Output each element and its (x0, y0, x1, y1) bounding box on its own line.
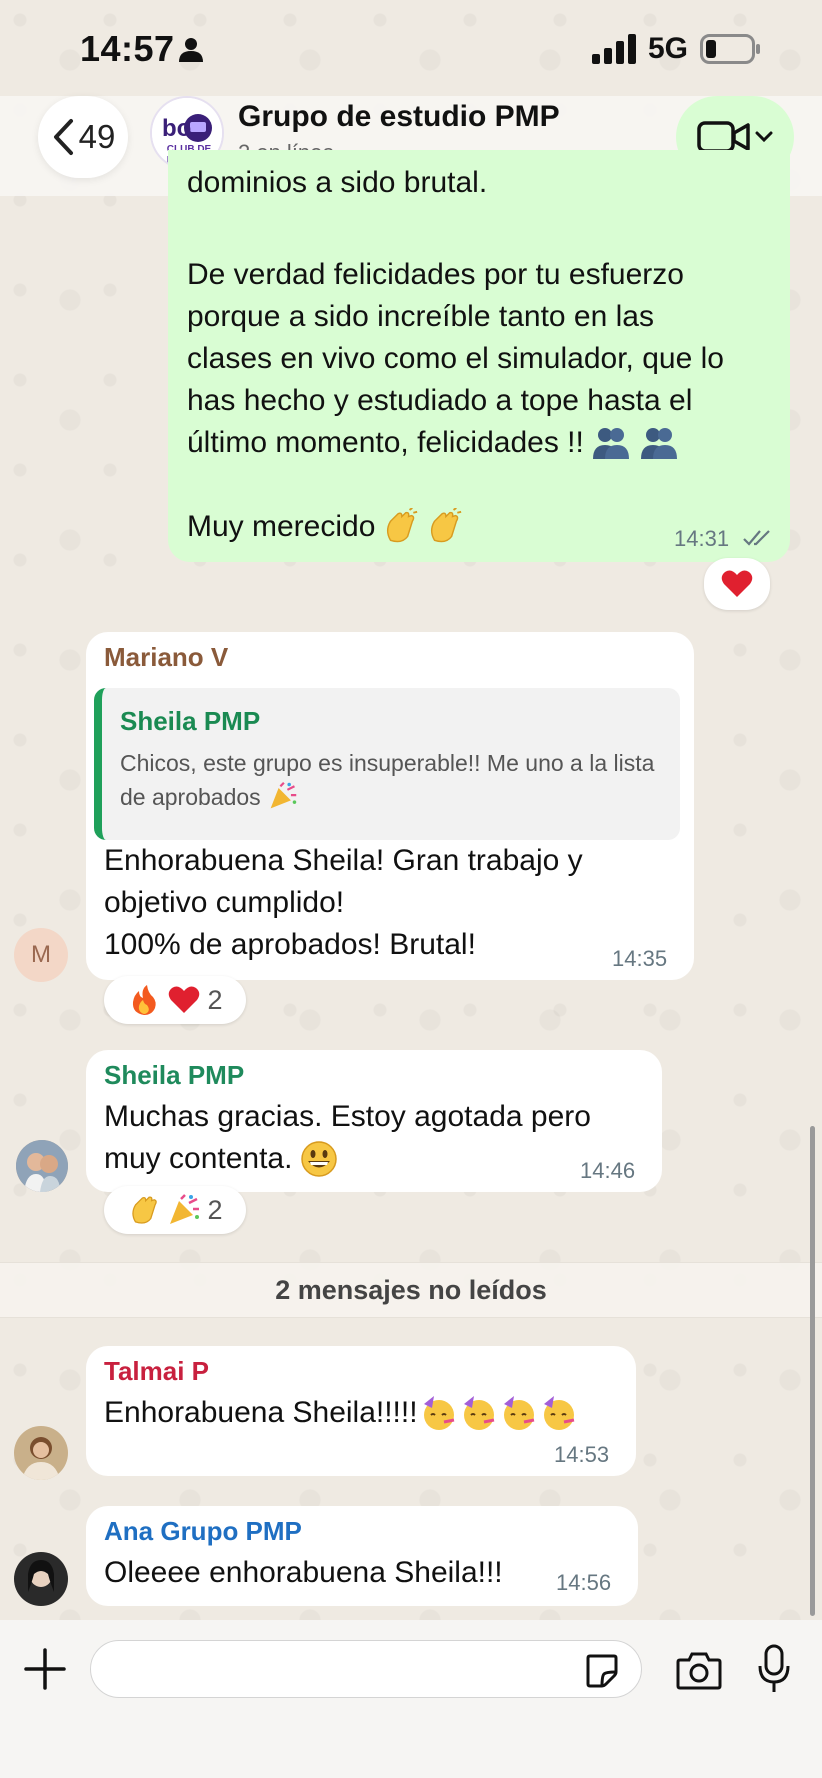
sticker-icon[interactable] (584, 1652, 620, 1688)
message-line: Enhorabuena Sheila!!!!! (104, 1396, 418, 1429)
message-line: porque a sido increíble tanto en las (187, 300, 654, 333)
fire-emoji (133, 985, 157, 1015)
avatar[interactable] (14, 1552, 68, 1606)
message-line-with-emoji: Muy merecido (187, 506, 463, 548)
partying-face-emoji (423, 1396, 454, 1430)
reaction-count: 2 (207, 984, 223, 1015)
quoted-text: Chicos, este grupo es insuperable!! Me u… (120, 746, 676, 814)
message-line: Oleeee enhorabuena Sheila!!! (104, 1556, 503, 1589)
heart-emoji (169, 986, 200, 1013)
network-label: 5G (648, 32, 689, 65)
avatar-photo (14, 1426, 68, 1480)
camera-icon[interactable] (676, 1650, 722, 1690)
quoted-sender: Sheila PMP (120, 706, 261, 736)
message-line: objetivo cumplido! (104, 886, 345, 919)
double-check-icon (743, 530, 770, 546)
quoted-text-content: Chicos, este grupo es insuperable!! Me u… (120, 750, 655, 810)
sender-name: Mariano V (104, 642, 229, 672)
message-line: Muy merecido (187, 510, 376, 543)
incoming-message[interactable]: Ana Grupo PMP Oleeee enhorabuena Sheila!… (86, 1506, 638, 1606)
message-text-partial: dominios a sido brutal. (187, 166, 488, 199)
signal-icon (592, 34, 636, 64)
message-reaction[interactable]: 2 (104, 976, 246, 1024)
message-reaction[interactable] (704, 558, 770, 610)
unread-messages-divider: 2 mensajes no leídos (0, 1262, 822, 1318)
message-line-with-emoji: muy contenta. (104, 1138, 338, 1180)
incoming-message[interactable]: Mariano V Sheila PMP Chicos, este grupo … (86, 632, 694, 980)
message-line: Muchas gracias. Estoy agotada pero (104, 1100, 591, 1133)
message-time: 14:53 (554, 1442, 610, 1467)
message-line: De verdad felicidades por tu esfuerzo (187, 258, 684, 291)
avatar[interactable] (14, 1426, 68, 1480)
message-line-with-emoji: Enhorabuena Sheila!!!!! (104, 1392, 578, 1434)
status-time: 14:57 (80, 28, 175, 69)
message-line-with-emoji: último momento, felicidades !! (187, 422, 680, 464)
incoming-message[interactable]: Talmai P Enhorabuena Sheila!!!!! 14:53 (86, 1346, 636, 1476)
party-popper-emoji (170, 1194, 200, 1224)
plus-icon[interactable] (22, 1646, 68, 1692)
avatar-initial: M (31, 941, 51, 968)
avatar[interactable]: M (14, 928, 68, 982)
avatar-photo (16, 1140, 68, 1192)
quoted-message[interactable]: Sheila PMP Chicos, este grupo es insuper… (94, 688, 680, 840)
unread-chats-count: 49 (78, 118, 116, 155)
message-composer (0, 1620, 822, 1778)
group-title[interactable]: Grupo de estudio PMP (238, 100, 560, 134)
message-time: 14:56 (556, 1570, 612, 1595)
partying-face-emoji (463, 1396, 494, 1430)
people-emoji (640, 428, 677, 459)
incoming-message[interactable]: Sheila PMP Muchas gracias. Estoy agotada… (86, 1050, 662, 1192)
message-reaction[interactable]: 2 (104, 1186, 246, 1234)
status-bar: 14:57 5G (0, 0, 822, 96)
battery-icon (700, 34, 760, 64)
message-time: 14:46 (580, 1158, 636, 1183)
grinning-emoji (301, 1141, 338, 1177)
logo-text-top: bo (162, 115, 191, 142)
sender-name: Talmai P (104, 1356, 210, 1386)
message-input[interactable] (90, 1640, 642, 1698)
message-line: 100% de aprobados! Brutal! (104, 928, 476, 961)
partying-face-emoji (543, 1396, 574, 1430)
message-line: clases en vivo como el simulador, que lo (187, 342, 724, 375)
reaction-count: 2 (207, 1194, 223, 1225)
clap-emoji (387, 508, 418, 543)
chevron-down-icon (755, 131, 773, 143)
sender-name: Sheila PMP (104, 1060, 245, 1090)
back-button[interactable]: 49 (38, 96, 128, 178)
message-line: has hecho y estudiado a tope hasta el (187, 384, 693, 417)
partying-face-emoji (503, 1396, 534, 1430)
message-line: último momento, felicidades !! (187, 426, 584, 459)
microphone-icon[interactable] (756, 1644, 792, 1694)
message-line: muy contenta. (104, 1142, 293, 1175)
scrollbar[interactable] (810, 1126, 815, 1616)
sender-name: Ana Grupo PMP (104, 1516, 302, 1546)
person-icon (179, 38, 203, 62)
avatar[interactable] (16, 1140, 68, 1192)
clap-emoji (431, 508, 462, 543)
clap-emoji (132, 1196, 158, 1224)
outgoing-message[interactable]: dominios a sido brutal. De verdad felici… (168, 150, 790, 562)
party-popper-emoji (270, 781, 297, 809)
message-time: 14:35 (612, 946, 668, 971)
chevron-left-icon (53, 119, 73, 155)
message-time: 14:31 (674, 526, 730, 551)
avatar-photo (14, 1552, 68, 1606)
heart-emoji (721, 570, 753, 597)
people-emoji (592, 428, 629, 459)
message-line: Enhorabuena Sheila! Gran trabajo y (104, 844, 583, 877)
unread-messages-label: 2 mensajes no leídos (275, 1274, 547, 1305)
